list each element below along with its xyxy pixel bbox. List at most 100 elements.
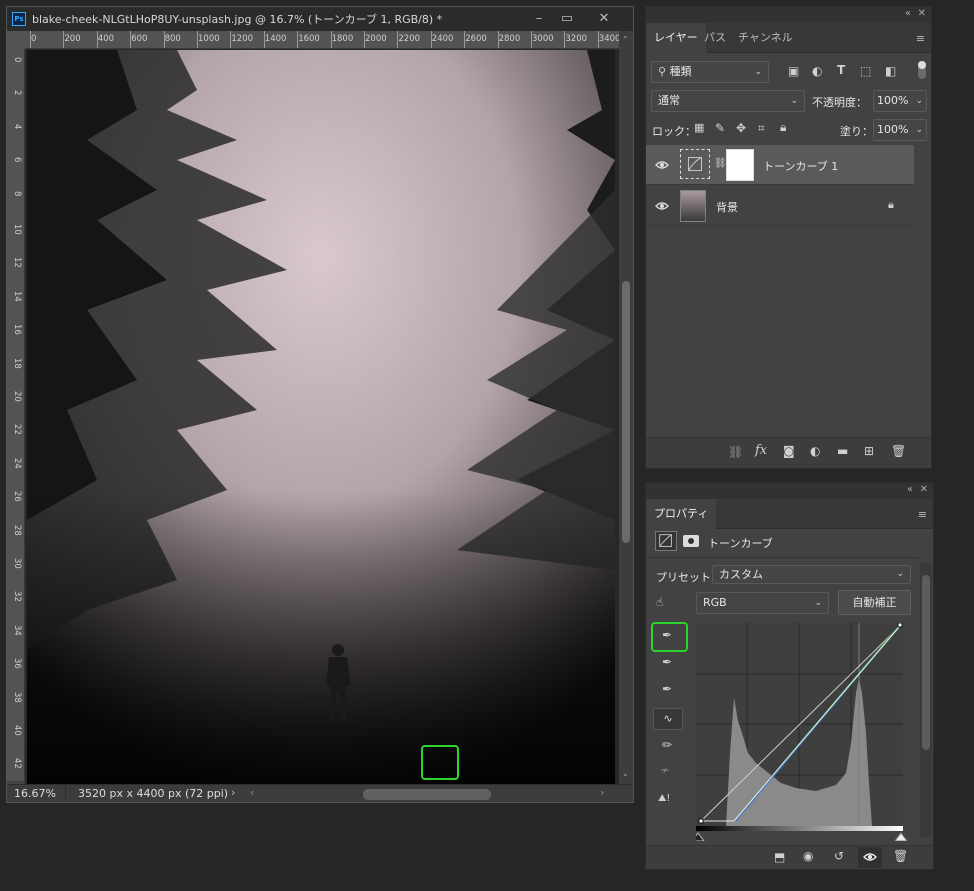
photoshop-app-icon: Ps [12, 12, 26, 26]
properties-scrollbar[interactable] [920, 563, 932, 838]
lock-label: ロック： [652, 125, 696, 138]
auto-button[interactable]: 自動補正 [838, 590, 911, 615]
ruler-corner[interactable] [7, 31, 25, 49]
ruler-tick-label: 16 [12, 324, 22, 336]
zoom-level[interactable]: 16.67% [14, 787, 56, 800]
close-panel-icon[interactable]: ✕ [918, 8, 926, 19]
visibility-eye-icon[interactable] [655, 199, 669, 213]
layer-row-background[interactable]: 背景 🔒︎ [646, 186, 914, 226]
blend-mode-value: 通常 [658, 94, 680, 107]
smart-object-filter-icon[interactable]: ◧ [885, 64, 896, 78]
new-layer-icon[interactable]: ⊞ [864, 444, 874, 458]
ruler-tick [297, 31, 299, 48]
visibility-eye-icon[interactable] [655, 158, 669, 172]
fill-field[interactable]: 100% ⌄ [873, 119, 927, 141]
lock-artboard-icon[interactable]: ⌗ [758, 121, 765, 136]
panel-menu-icon[interactable]: ≡ [916, 32, 925, 45]
scroll-down-icon[interactable]: ⌄ [622, 769, 629, 778]
status-menu-chevron-icon[interactable]: › [231, 786, 235, 799]
panel-menu-icon[interactable]: ≡ [918, 508, 927, 521]
scroll-right-icon[interactable]: › [600, 786, 604, 799]
panel-header[interactable]: « ✕ [646, 7, 931, 23]
chevron-down-icon: ⌄ [814, 598, 822, 608]
canvas-area[interactable] [25, 49, 619, 784]
tab-channels[interactable]: チャンネル [730, 23, 801, 53]
layer-row-curves[interactable]: ⛓︎ トーンカーブ 1 [646, 145, 914, 185]
panel-header[interactable]: « ✕ [646, 483, 933, 499]
collapse-icon[interactable]: « [905, 8, 911, 19]
ruler-tick [330, 31, 332, 48]
smooth-curve-icon[interactable]: ≁ [660, 763, 670, 777]
tab-properties[interactable]: プロパティ [646, 499, 717, 529]
black-point-eyedropper-icon[interactable]: ✒ [662, 628, 672, 642]
filter-toggle[interactable] [918, 61, 926, 79]
close-panel-icon[interactable]: ✕ [920, 484, 928, 495]
fx-icon[interactable]: fx [755, 443, 767, 458]
horizontal-scroll-thumb[interactable] [363, 789, 491, 800]
mask-icon[interactable] [683, 535, 699, 547]
ruler-tick [497, 31, 499, 48]
document-title-bar[interactable]: Ps blake-cheek-NLGtLHoP8UY-unsplash.jpg … [7, 7, 633, 31]
on-image-adjust-hand-icon[interactable]: ☝ [656, 595, 663, 609]
ruler-tick-label: 600 [131, 34, 148, 44]
horizontal-ruler[interactable]: 0 200 400 600 800 1000 1200 1400 1600 1800 2000 220… [25, 31, 619, 49]
type-filter-icon[interactable]: T [837, 63, 845, 77]
vertical-scroll-thumb[interactable] [622, 281, 630, 543]
link-layers-icon[interactable]: ⛓︎ [728, 445, 743, 459]
lock-image-brush-icon[interactable]: ✎ [715, 121, 725, 135]
ruler-tick-label: 2600 [465, 34, 487, 44]
reset-icon[interactable]: ↺ [834, 849, 844, 863]
lock-transparency-icon[interactable]: ▦ [694, 121, 704, 134]
delete-trash-icon[interactable]: 🗑︎ [893, 849, 908, 863]
close-button[interactable]: ✕ [593, 10, 615, 28]
minimize-button[interactable]: – [528, 10, 550, 28]
opacity-field[interactable]: 100% ⌄ [873, 90, 927, 112]
fill-value: 100% [877, 123, 909, 136]
layer-mask-thumbnail[interactable] [726, 149, 754, 181]
curves-graph[interactable] [696, 623, 910, 841]
view-previous-state-icon[interactable]: ◉ [803, 849, 813, 863]
vertical-scrollbar[interactable]: ⌃ ⌄ [619, 31, 633, 784]
collapse-icon[interactable]: « [907, 484, 913, 495]
lock-icon: 🔒︎ [888, 198, 894, 211]
adjustment-filter-icon[interactable]: ◐ [812, 64, 822, 78]
toggle-visibility-eye-icon[interactable] [858, 847, 882, 868]
pixel-filter-icon[interactable]: ▣ [788, 64, 799, 78]
layer-name[interactable]: 背景 [716, 199, 738, 215]
shape-filter-icon[interactable]: ⬚ [860, 64, 871, 78]
lock-all-icon[interactable]: 🔒︎ [780, 120, 786, 135]
clip-to-layer-icon[interactable]: ⬒ [774, 850, 785, 864]
channel-dropdown[interactable]: RGB ⌄ [696, 592, 829, 614]
ruler-tick-label: 1200 [231, 34, 254, 44]
link-chain-icon[interactable]: ⛓︎ [714, 158, 727, 169]
tab-paths[interactable]: パス [696, 23, 734, 53]
properties-title: トーンカーブ [708, 537, 773, 550]
new-adjustment-icon[interactable]: ◐ [810, 444, 820, 458]
lock-position-move-icon[interactable]: ✥ [736, 121, 746, 135]
background-thumbnail [680, 190, 706, 222]
maximize-button[interactable]: ▭ [556, 10, 578, 28]
layer-name[interactable]: トーンカーブ 1 [763, 158, 838, 174]
ruler-tick-label: 2200 [398, 34, 421, 44]
clipping-warning-icon[interactable]: ⛰! [658, 793, 670, 804]
add-mask-icon[interactable]: ◙ [783, 444, 795, 458]
vertical-ruler[interactable]: 0 2 4 6 8 10 12 14 16 18 20 22 24 26 28 30 32 34 36 38 40 42 [7, 49, 25, 781]
filter-label: 種類 [669, 65, 692, 78]
ruler-tick-label: 200 [64, 34, 81, 44]
white-point-eyedropper-icon[interactable]: ✒ [662, 682, 672, 696]
preset-dropdown[interactable]: カスタム ⌄ [712, 565, 911, 584]
scroll-up-icon[interactable]: ⌃ [622, 35, 629, 44]
curve-point-tool-icon[interactable]: ∿ [653, 708, 683, 730]
layer-filter-dropdown[interactable]: ⚲ 種類 ⌄ [651, 61, 769, 83]
blend-mode-dropdown[interactable]: 通常 ⌄ [651, 90, 805, 112]
chevron-down-icon: ⌄ [896, 569, 904, 579]
delete-trash-icon[interactable]: 🗑︎ [891, 444, 906, 458]
scroll-left-icon[interactable]: ‹ [250, 786, 254, 799]
properties-scroll-thumb[interactable] [922, 575, 930, 750]
properties-panel: « ✕ プロパティ ≡ トーンカーブ プリセット： カスタム ⌄ ☝ RGB ⌄… [645, 482, 934, 870]
channel-value: RGB [703, 596, 727, 609]
pencil-draw-icon[interactable]: ✏ [662, 738, 672, 752]
new-group-folder-icon[interactable]: ▬ [837, 444, 848, 458]
divider [646, 557, 918, 558]
gray-point-eyedropper-icon[interactable]: ✒ [662, 655, 672, 669]
